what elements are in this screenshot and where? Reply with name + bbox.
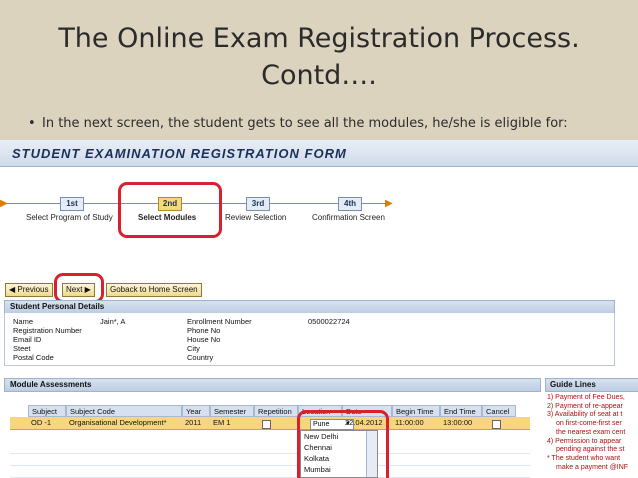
cancel-checkbox[interactable] <box>492 420 501 429</box>
guide-line: * The student who want <box>547 454 621 462</box>
guide-line: 2) Payment of re-appear <box>547 402 623 410</box>
goback-home-button[interactable]: Goback to Home Screen <box>106 283 202 297</box>
next-button-highlight <box>54 273 104 303</box>
email-label: Email ID <box>13 335 42 344</box>
personal-details-header: Student Personal Details <box>4 300 615 314</box>
column-header: Repetition <box>254 405 298 417</box>
guide-line: 4) Permission to appear <box>547 437 622 445</box>
phone-label: Phone No <box>187 326 221 335</box>
select-modules-highlight <box>118 182 222 238</box>
bullet-text: In the next screen, the student gets to … <box>42 116 568 131</box>
table-row <box>10 465 530 478</box>
city-label: City <box>187 344 200 353</box>
guide-line: 3) Availability of seat at t <box>547 411 623 419</box>
column-header: Subject Code <box>66 405 182 417</box>
step-3-label: Review Selection <box>225 213 287 222</box>
guide-line: 1) Payment of Fee Dues, <box>547 394 625 401</box>
bullet-dot: • <box>28 116 36 131</box>
begin-time-cell: 11:00:00 <box>395 418 424 427</box>
location-highlight <box>297 410 389 478</box>
subject-code-cell: Organisational Development* <box>69 418 167 427</box>
slide-title-line2: Contd…. <box>261 60 377 91</box>
guide-lines-text: 1) Payment of Fee Dues, 2) Payment of re… <box>547 394 638 472</box>
guide-line: make a payment @INF <box>556 463 629 471</box>
step-4-badge: 4th <box>338 197 362 211</box>
step-3-badge: 3rd <box>246 197 270 211</box>
end-time-cell: 13:00:00 <box>443 418 473 427</box>
form-title: STUDENT EXAMINATION REGISTRATION FORM <box>12 146 347 161</box>
column-header: End Time <box>440 405 482 417</box>
column-header: Subject <box>28 405 66 417</box>
name-label: Name <box>13 317 34 326</box>
column-header: Begin Time <box>392 405 440 417</box>
previous-button[interactable]: ◀ Previous <box>5 283 53 297</box>
guide-line: pending against the st <box>556 446 625 454</box>
registration-number-label: Registration Number <box>13 326 82 335</box>
column-header: Semester <box>210 405 254 417</box>
personal-details-panel: Name Jain*, A Registration Number Email … <box>4 313 615 366</box>
street-label: Steet <box>13 344 31 353</box>
step-1-label: Select Program of Study <box>26 213 113 222</box>
guide-line: on first-come-first ser <box>556 420 622 428</box>
slide-title-line1: The Online Exam Registration Process. <box>58 23 580 54</box>
year-cell: 2011 <box>185 418 202 427</box>
previous-label: Previous <box>17 285 49 294</box>
enrollment-number-value: 0500022724 <box>308 317 350 326</box>
subject-cell: OD -1 <box>31 418 52 427</box>
column-header: Year <box>182 405 210 417</box>
module-assessments-header: Module Assessments <box>4 378 541 392</box>
form-header: STUDENT EXAMINATION REGISTRATION FORM <box>0 140 638 167</box>
slide-bullet: • In the next screen, the student gets to… <box>28 116 568 131</box>
name-value: Jain*, A <box>100 317 126 326</box>
step-4-label: Confirmation Screen <box>312 213 385 222</box>
house-label: House No <box>187 335 221 344</box>
guide-lines-header: Guide Lines <box>545 378 638 392</box>
guide-line: the nearest exam cent <box>556 428 626 436</box>
repetition-checkbox[interactable] <box>262 420 271 429</box>
semester-cell: EM 1 <box>213 418 231 427</box>
step-1-badge: 1st <box>60 197 84 211</box>
column-header: Cancel <box>482 405 516 417</box>
slide-title: The Online Exam Registration Process. Co… <box>0 20 638 94</box>
registration-form-screenshot: STUDENT EXAMINATION REGISTRATION FORM ▶ … <box>0 140 638 478</box>
step-end-arrow-icon: ▶ <box>385 198 393 209</box>
country-label: Country <box>187 353 214 362</box>
postal-code-label: Postal Code <box>13 353 54 362</box>
enrollment-number-label: Enrollment Number <box>187 317 252 326</box>
